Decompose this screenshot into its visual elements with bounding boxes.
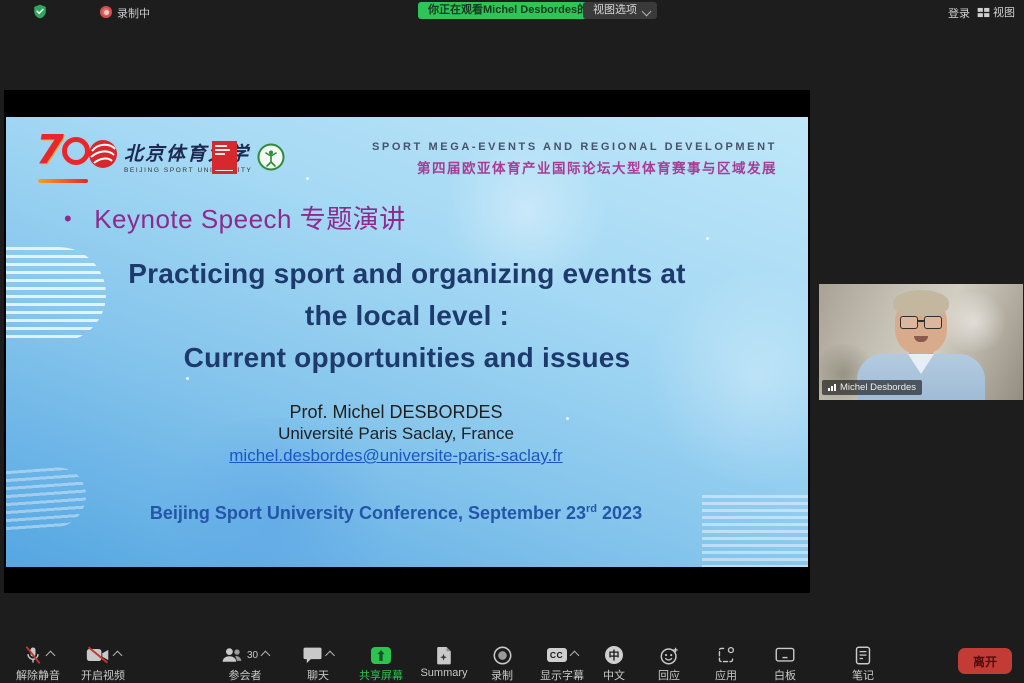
author-email-link[interactable]: michel.desbordes@universite-paris-saclay… (6, 445, 786, 467)
summary-doc-icon (436, 646, 453, 665)
business-school-logo (212, 141, 237, 174)
bullet-glyph: • (64, 206, 72, 231)
audio-signal-icon (828, 384, 836, 391)
keynote-line: • Keynote Speech 专题演讲 (64, 199, 406, 236)
participants-icon (221, 646, 243, 664)
conference-line: Beijing Sport University Conference, Sep… (6, 503, 786, 524)
participant-glasses (899, 316, 943, 328)
captions-label: 显示字幕 (540, 667, 584, 683)
share-screen-label: 共享屏幕 (359, 667, 403, 683)
chinese-language-icon: 中 (605, 646, 623, 664)
conference-year: 2023 (597, 503, 642, 523)
apps-label: 应用 (715, 667, 737, 683)
video-background-light (939, 292, 1009, 352)
unmute-label: 解除静音 (16, 667, 60, 683)
chat-label: 聊天 (307, 667, 329, 683)
view-layout-button[interactable]: 视图 (977, 4, 1015, 20)
notes-button[interactable]: 笔记 (852, 644, 874, 683)
summary-label: Summary (420, 667, 467, 679)
participant-name-label: Michel Desbordes (840, 382, 916, 393)
leave-meeting-button[interactable]: 离开 (958, 648, 1012, 674)
record-label: 录制 (491, 667, 513, 683)
notes-label: 笔记 (852, 667, 874, 683)
author-name: Prof. Michel DESBORDES (6, 401, 786, 423)
captions-button[interactable]: CC 显示字幕 (540, 644, 584, 683)
participants-count-badge: 30 (247, 650, 258, 661)
conference-ordinal: rd (586, 503, 597, 515)
login-button[interactable]: 登录 (948, 5, 970, 21)
participant-video-tile[interactable]: Michel Desbordes (819, 284, 1023, 400)
video-options-chevron[interactable] (112, 650, 122, 660)
recording-indicator-icon[interactable] (100, 6, 112, 18)
record-icon (493, 646, 512, 665)
language-label: 中文 (603, 667, 625, 683)
video-nameplate: Michel Desbordes (822, 380, 922, 395)
captions-options-chevron[interactable] (569, 650, 579, 660)
mic-options-chevron[interactable] (45, 650, 55, 660)
bsu-swirl-icon (88, 139, 118, 169)
chat-options-chevron[interactable] (325, 650, 335, 660)
meeting-toolbar: 解除静音 开启视频 30 参会者 (0, 640, 1024, 683)
meeting-top-bar: 录制中 你正在观看Michel Desbordes的屏幕 视图选项 登录 视图 (0, 0, 1024, 22)
green-emblem-logo (257, 143, 285, 176)
slide-title: Practicing sport and organizing events a… (6, 253, 808, 379)
record-button[interactable]: 录制 (491, 644, 513, 683)
chat-button[interactable]: 聊天 (303, 644, 334, 683)
layout-grid-icon (977, 7, 990, 18)
slide-header-chinese: 第四届欧亚体育产业国际论坛大型体育赛事与区域发展 (417, 157, 777, 177)
participants-label: 参会者 (229, 667, 262, 683)
summary-button[interactable]: Summary (420, 644, 467, 679)
anniversary-70-logo: 7 (36, 131, 94, 185)
language-button[interactable]: 中 中文 (603, 644, 625, 683)
share-screen-icon (371, 647, 391, 664)
title-line-3: Current opportunities and issues (6, 337, 808, 379)
share-screen-button[interactable]: 共享屏幕 (359, 644, 403, 683)
conference-text: Beijing Sport University Conference, Sep… (150, 503, 586, 523)
title-line-1: Practicing sport and organizing events a… (6, 253, 808, 295)
sparkle-dot (706, 237, 709, 240)
camera-off-icon (86, 646, 110, 664)
slide-header-english: SPORT MEGA-EVENTS AND REGIONAL DEVELOPME… (372, 141, 777, 153)
anniversary-ring (62, 137, 90, 165)
recording-status-label: 录制中 (117, 5, 150, 21)
view-options-dropdown[interactable]: 视图选项 (583, 2, 657, 19)
keynote-text: Keynote Speech 专题演讲 (94, 204, 406, 234)
anniversary-digit: 7 (36, 127, 64, 173)
author-affiliation: Université Paris Saclay, France (6, 423, 786, 445)
smiley-reaction-icon (660, 646, 679, 665)
apps-button[interactable]: 应用 (715, 644, 737, 683)
unmute-button[interactable]: 解除静音 (16, 644, 60, 683)
participants-options-chevron[interactable] (261, 650, 271, 660)
participants-button[interactable]: 30 参会者 (221, 644, 269, 683)
participant-hair (893, 290, 949, 316)
whiteboard-button[interactable]: 白板 (774, 644, 796, 683)
title-line-2: the local level : (6, 295, 808, 337)
start-video-button[interactable]: 开启视频 (81, 644, 125, 683)
notes-icon (855, 646, 871, 665)
reactions-button[interactable]: 回应 (658, 644, 680, 683)
view-label: 视图 (993, 4, 1015, 20)
shared-screen-region: 7 北京体育大学 BEIJING SPORT UNIVERSITY (4, 90, 810, 593)
author-block: Prof. Michel DESBORDES Université Paris … (6, 401, 786, 467)
anniversary-bar (38, 179, 88, 183)
encryption-shield-icon[interactable] (33, 4, 47, 24)
whiteboard-icon (775, 647, 795, 664)
microphone-muted-icon (23, 645, 43, 665)
cc-icon: CC (547, 648, 567, 662)
chat-bubble-icon (303, 646, 323, 664)
apps-icon (717, 646, 735, 664)
whiteboard-label: 白板 (774, 667, 796, 683)
presentation-slide: 7 北京体育大学 BEIJING SPORT UNIVERSITY (6, 117, 808, 567)
view-options-label: 视图选项 (593, 4, 637, 16)
chevron-down-icon (642, 7, 652, 17)
start-video-label: 开启视频 (81, 667, 125, 683)
reactions-label: 回应 (658, 667, 680, 683)
